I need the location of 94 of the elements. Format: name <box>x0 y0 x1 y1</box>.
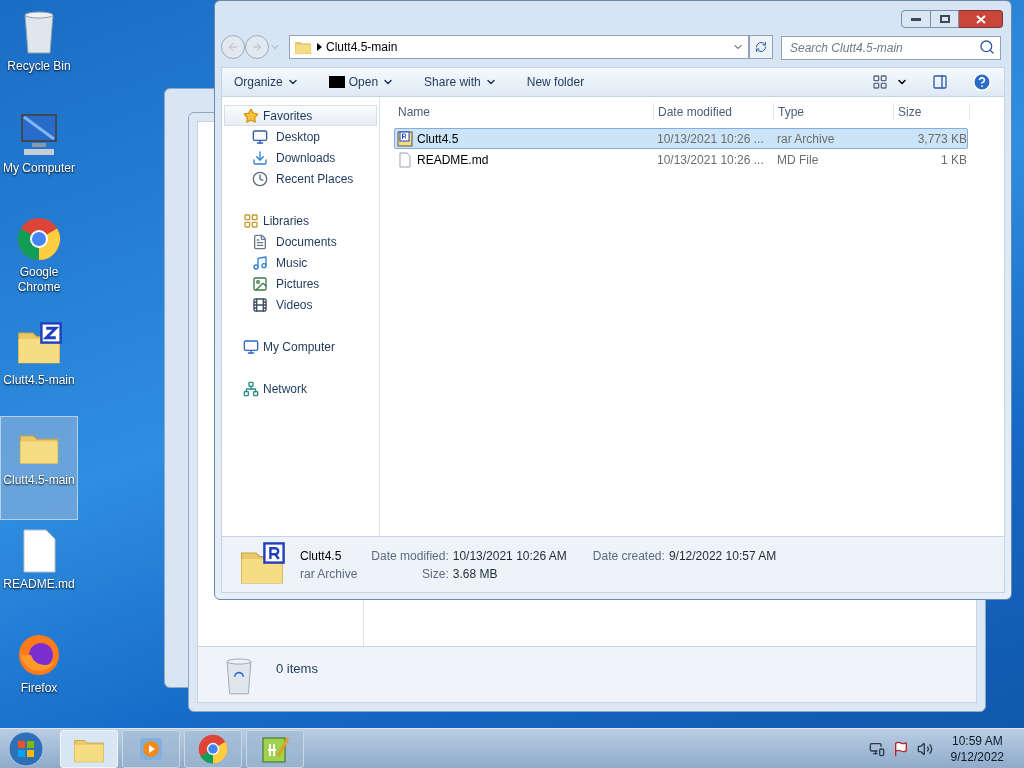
network-icon <box>243 380 259 397</box>
toolbar-button[interactable]: Share with <box>424 73 497 91</box>
refresh-button[interactable] <box>749 35 773 59</box>
computer-icon <box>243 338 259 355</box>
type-cell-text: rar Archive <box>776 130 836 148</box>
windows-logo-icon <box>8 730 44 767</box>
view-icon <box>872 74 888 90</box>
back-arrow-icon <box>227 41 239 53</box>
desktop-icon[interactable]: Firefox <box>0 624 78 728</box>
help-icon[interactable] <box>972 72 992 92</box>
nav-item[interactable]: Pictures <box>222 273 379 294</box>
firefox-logo-icon <box>17 633 61 677</box>
file-icon <box>397 151 413 168</box>
close-icon <box>975 14 986 24</box>
desktop-icon-label: Clutt4.5-main <box>2 473 76 488</box>
nav-group-item[interactable]: Favorites <box>224 105 377 126</box>
nav-group-item[interactable]: Libraries <box>224 210 377 231</box>
maximize-button[interactable] <box>931 10 959 28</box>
nav-item[interactable]: Downloads <box>222 147 379 168</box>
taskbar-button[interactable] <box>246 729 304 768</box>
type-cell-text: MD File <box>776 151 820 169</box>
nav-item[interactable]: Music <box>222 252 379 273</box>
refresh-icon <box>755 41 767 53</box>
file-name: README.md <box>417 151 489 169</box>
file-row[interactable]: README.md 10/13/2021 10:26 ... MD File 1 KB <box>394 149 968 170</box>
desktop-icon-label: Recycle Bin <box>6 59 72 74</box>
date-cell-text: 10/13/2021 10:26 ... <box>656 151 765 169</box>
desktop-icon-label: Clutt4.5-main <box>2 373 76 388</box>
field-value: 10/13/2021 10:26 AM <box>452 547 567 565</box>
date-cell-text: 10/13/2021 10:26 ... <box>656 130 765 148</box>
network-status-icon[interactable] <box>868 740 885 757</box>
chrome-logo-icon <box>17 217 61 261</box>
field-label: Size: <box>421 565 449 583</box>
field-label: Date created: <box>592 547 665 565</box>
view-options-button[interactable] <box>872 74 908 90</box>
size-cell-text: 3,773 KB <box>916 130 967 148</box>
desktop-icon-label: Google Chrome <box>16 265 62 295</box>
archive-icon <box>397 130 413 147</box>
toolbar-button[interactable]: Organize <box>234 73 299 91</box>
column-header[interactable]: Date modified <box>654 103 774 121</box>
taskbar-button[interactable] <box>184 729 242 768</box>
close-button[interactable] <box>959 10 1003 28</box>
toolbar-button[interactable]: Open <box>328 73 395 91</box>
field-label: Date modified: <box>371 547 449 565</box>
search-icon <box>979 38 995 55</box>
desktop-icon-label: My Computer <box>2 161 76 176</box>
nav-item[interactable]: Recent Places <box>222 168 379 189</box>
address-bar[interactable]: Clutt4.5-main <box>289 35 749 59</box>
library-icon <box>243 212 259 229</box>
document-icon <box>252 233 268 250</box>
forward-arrow-icon <box>251 41 263 53</box>
desktop-icon[interactable]: My Computer <box>0 104 78 208</box>
music-note-icon <box>252 254 268 271</box>
download-icon <box>252 149 268 166</box>
nav-item[interactable]: Videos <box>222 294 379 315</box>
file-name: Clutt4.5 <box>300 547 343 565</box>
clock-icon <box>252 170 268 187</box>
field-value: 9/12/2022 10:57 AM <box>668 547 777 565</box>
desktop-icon-label: README.md <box>2 577 76 592</box>
desktop-icon[interactable]: Clutt4.5-main <box>0 312 78 416</box>
star-icon <box>243 107 259 124</box>
desktop-icon-label: Firefox <box>19 681 59 696</box>
desktop-icon[interactable]: README.md <box>0 520 78 624</box>
size-cell-text: 1 KB <box>940 151 967 169</box>
start-button[interactable] <box>6 728 46 768</box>
action-center-icon[interactable] <box>892 740 909 757</box>
file-icon <box>22 529 56 573</box>
search-field[interactable]: Search Clutt4.5-main <box>781 35 1001 60</box>
nav-item[interactable]: Documents <box>222 231 379 252</box>
volume-icon[interactable] <box>916 740 933 757</box>
film-icon <box>252 296 268 313</box>
item-count: 0 items <box>276 660 318 678</box>
column-header[interactable]: Type <box>774 103 894 121</box>
breadcrumb-arrow-icon[interactable] <box>316 43 322 51</box>
file-name: Clutt4.5 <box>417 130 459 148</box>
clock[interactable]: 10:59 AM 9/12/2022 <box>950 732 1004 765</box>
play-icon <box>138 735 164 762</box>
nav-group-item[interactable]: My Computer <box>224 336 377 357</box>
column-header[interactable]: Name <box>394 103 654 121</box>
file-type: rar Archive <box>300 565 358 583</box>
nav-item[interactable]: Desktop <box>222 126 379 147</box>
picture-icon <box>252 275 268 292</box>
desktop-icon[interactable]: Recycle Bin <box>0 0 78 104</box>
toolbar-button[interactable]: New folder <box>526 73 585 91</box>
address-path: Clutt4.5-main <box>326 39 399 56</box>
monitor-icon <box>252 128 268 145</box>
file-row[interactable]: Clutt4.5 10/13/2021 10:26 ... rar Archive 3,773 KB <box>394 128 968 149</box>
desktop-icon[interactable]: Google Chrome <box>0 208 78 312</box>
chrome-logo-icon <box>198 733 228 764</box>
preview-pane-icon[interactable] <box>932 74 948 90</box>
minimize-button[interactable] <box>901 10 931 28</box>
field-value: 3.68 MB <box>452 565 499 583</box>
column-header[interactable]: Size <box>894 103 970 121</box>
nav-group-item[interactable]: Network <box>224 378 377 399</box>
